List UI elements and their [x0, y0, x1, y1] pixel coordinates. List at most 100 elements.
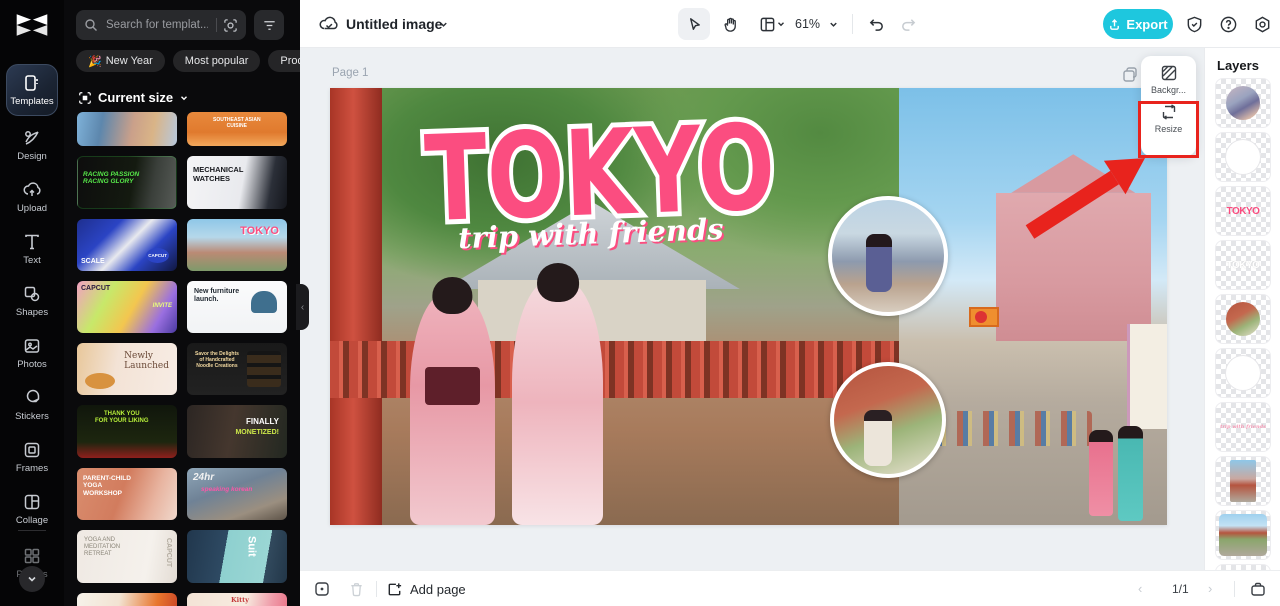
layer-item[interactable]: TOKYO: [1215, 186, 1271, 236]
template-thumbnail[interactable]: [77, 593, 177, 606]
sidebar-item-collage[interactable]: Collage: [4, 486, 60, 532]
template-thumbnail[interactable]: [77, 112, 177, 146]
layout-tool-button[interactable]: [750, 8, 794, 40]
export-button[interactable]: Export: [1103, 9, 1173, 39]
pages-overview-button[interactable]: [1248, 579, 1268, 599]
filter-button[interactable]: [254, 10, 284, 40]
canvas-stage[interactable]: Page 1 TOKYO trip with friends: [300, 48, 1204, 570]
duplicate-page-button[interactable]: [312, 579, 332, 599]
layer-item[interactable]: [1215, 78, 1271, 128]
template-thumbnail[interactable]: Kitty: [187, 593, 287, 606]
input-divider: [216, 18, 217, 32]
chip-new-year[interactable]: 🎉 New Year: [76, 50, 165, 72]
settings-button[interactable]: [1246, 8, 1278, 40]
next-page-button[interactable]: ›: [1208, 581, 1212, 596]
layer-photo-circle: [1226, 302, 1260, 336]
template-thumbnail[interactable]: Savor the Delights of Handcrafted Noodle…: [187, 343, 287, 395]
template-thumbnail[interactable]: SOUTHEAST ASIAN CUISINE: [187, 112, 287, 146]
sidebar-item-label: Photos: [17, 359, 47, 370]
sidebar-item-shapes[interactable]: Shapes: [4, 278, 60, 324]
zoom-level[interactable]: 61%: [795, 17, 820, 31]
safety-button[interactable]: [1178, 8, 1210, 40]
sidebar-item-frames[interactable]: Frames: [4, 434, 60, 480]
rail-collapse-button[interactable]: [19, 566, 45, 592]
annotation-arrow: [1025, 158, 1145, 239]
filter-icon: [263, 20, 275, 30]
undo-icon: [869, 18, 883, 31]
layer-photo: [1219, 514, 1267, 556]
sidebar-item-label: Text: [23, 255, 41, 266]
template-thumbnail[interactable]: Newly Launched: [77, 343, 177, 395]
redo-button[interactable]: [892, 8, 924, 40]
template-thumbnail[interactable]: 24hr speaking korean: [187, 468, 287, 520]
inset-photo-circle[interactable]: [830, 362, 946, 478]
current-size-filter[interactable]: Current size: [78, 90, 189, 105]
sidebar-item-upload[interactable]: Upload: [4, 174, 60, 220]
template-thumbnail[interactable]: Suit: [187, 530, 287, 583]
noodle-photos: [247, 351, 281, 387]
inset-photo-circle[interactable]: [828, 196, 948, 316]
sidebar-item-text[interactable]: Text: [4, 226, 60, 272]
bottom-divider: [376, 581, 377, 597]
cloud-sync-icon: [319, 16, 338, 30]
question-icon: [1220, 16, 1236, 32]
page-label: Page 1: [332, 67, 369, 79]
left-rail: Templates Design Upload Text Shapes Phot…: [0, 0, 64, 606]
layer-shape-circle: [1226, 356, 1260, 390]
sidebar-item-label: Frames: [15, 463, 49, 474]
page-indicator: 1/1: [1172, 582, 1189, 596]
sidebar-item-design[interactable]: Design: [4, 122, 60, 168]
add-page-button[interactable]: Add page: [386, 577, 466, 601]
template-thumbnail[interactable]: FINALLY MONETIZED!: [187, 405, 287, 458]
template-thumbnail[interactable]: RACING PASSION RACING GLORY: [77, 156, 177, 209]
delete-page-button[interactable]: [346, 579, 366, 599]
export-icon: [1110, 18, 1120, 30]
template-thumbnail[interactable]: SCALE CAPCUT: [77, 219, 177, 271]
background-button[interactable]: Backgr...: [1141, 64, 1196, 95]
prev-page-button[interactable]: ‹: [1138, 581, 1142, 596]
template-thumbnail[interactable]: New furniture launch.: [187, 281, 287, 333]
document-title[interactable]: Untitled image: [346, 16, 442, 32]
panel-collapse-handle[interactable]: ‹: [296, 284, 309, 330]
template-thumbnail[interactable]: CAPCUT INVITE: [77, 281, 177, 333]
chevron-down-icon: [28, 576, 36, 582]
shop-banner-shape: [1126, 323, 1167, 429]
image-search-icon[interactable]: [223, 18, 238, 33]
party-popper-emoji: 🎉: [88, 55, 102, 68]
chip-product[interactable]: Prod: [268, 50, 300, 72]
design-icon: [25, 131, 39, 145]
layer-item[interactable]: TOKYO: [1215, 240, 1271, 290]
template-thumbnail[interactable]: THANK YOU FOR YOUR LIKING: [77, 405, 177, 458]
shapes-icon: [24, 286, 40, 302]
chair-shape: [251, 291, 277, 313]
layer-item[interactable]: trip with friends: [1215, 402, 1271, 452]
chevron-down-icon[interactable]: [438, 19, 449, 30]
annotation-highlight-box: [1138, 101, 1199, 158]
layer-item[interactable]: [1215, 132, 1271, 182]
chip-most-popular[interactable]: Most popular: [172, 50, 261, 72]
template-thumbnail[interactable]: TOKYO: [187, 219, 287, 271]
briefcase-icon: [1251, 582, 1265, 596]
template-thumbnail[interactable]: PARENT-CHILD YOGA WORKSHOP: [77, 468, 177, 520]
layout-icon: [760, 17, 774, 31]
sidebar-item-templates[interactable]: Templates: [6, 64, 58, 116]
frames-icon: [24, 442, 40, 458]
hand-tool-button[interactable]: [714, 8, 746, 40]
sidebar-item-stickers[interactable]: Stickers: [4, 382, 60, 428]
zoom-chevron-down-icon[interactable]: [828, 19, 839, 30]
croissant-shape: [85, 373, 115, 389]
search-box[interactable]: [76, 10, 246, 40]
sidebar-item-photos[interactable]: Photos: [4, 330, 60, 376]
layer-item[interactable]: [1215, 348, 1271, 398]
search-input[interactable]: [104, 18, 210, 32]
duplicate-page-icon[interactable]: [1121, 66, 1139, 84]
layer-item[interactable]: [1215, 294, 1271, 344]
template-thumbnail[interactable]: MECHANICAL WATCHES: [187, 156, 287, 209]
help-button[interactable]: [1212, 8, 1244, 40]
layer-item[interactable]: [1215, 456, 1271, 506]
select-tool-button[interactable]: [678, 8, 710, 40]
capcut-logo-icon[interactable]: [14, 12, 50, 38]
layer-item[interactable]: [1215, 510, 1271, 560]
undo-button[interactable]: [860, 8, 892, 40]
template-thumbnail[interactable]: YOGA AND MEDITATION RETREAT CAPCUT: [77, 530, 177, 583]
